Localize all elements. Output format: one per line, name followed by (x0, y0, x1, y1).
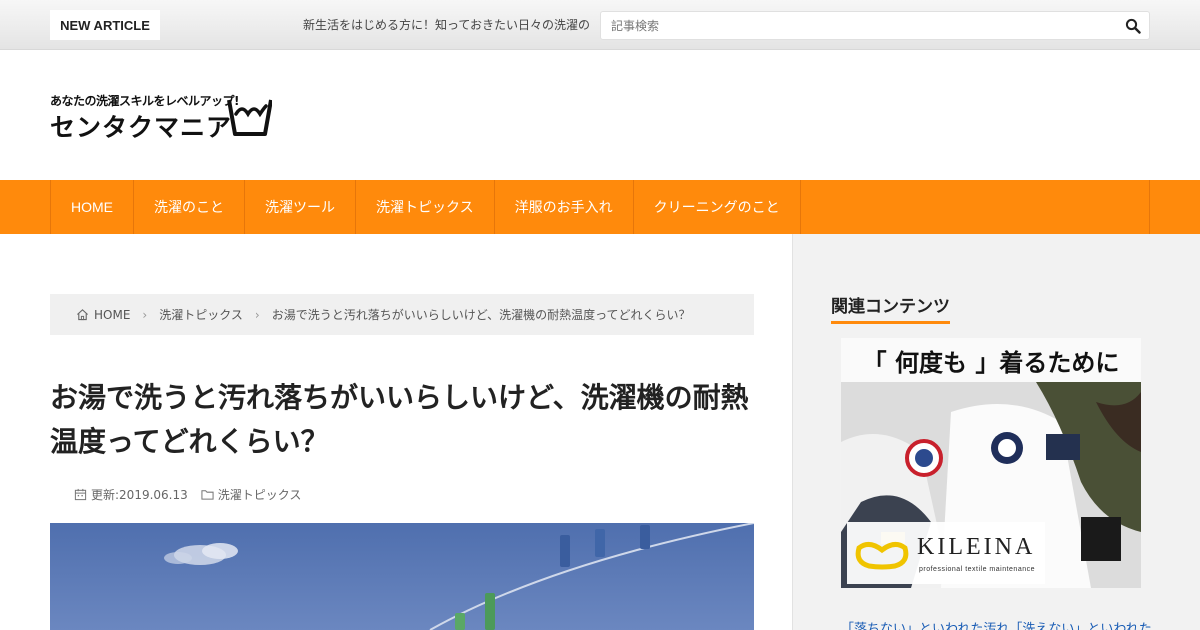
main-nav: HOME 洗濯のこと 洗濯ツール 洗濯トピックス 洋服のお手入れ クリーニングの… (0, 180, 1200, 234)
updated-date: 更新:2019.06.13 (91, 488, 188, 502)
calendar-icon (74, 488, 87, 501)
new-article-badge[interactable]: NEW ARTICLE (50, 10, 160, 40)
nav-items: HOME 洗濯のこと 洗濯ツール 洗濯トピックス 洋服のお手入れ クリーニングの… (50, 180, 801, 234)
ad-brand-name: KILEINA (917, 534, 1036, 560)
ad-brand-block: KILEINA professional textile maintenance (847, 522, 1045, 584)
nav-item-tools[interactable]: 洗濯ツール (245, 180, 356, 234)
news-ticker[interactable]: 新生活をはじめる方に！知っておきたい日々の洗濯の (303, 16, 590, 34)
breadcrumb-category[interactable]: 洗濯トピックス (159, 306, 243, 323)
nav-item-clothes-care[interactable]: 洋服のお手入れ (495, 180, 634, 234)
chevron-right-icon: › (254, 307, 260, 322)
article-category: 洗濯トピックス (217, 488, 302, 502)
breadcrumb-home[interactable]: HOME (94, 308, 130, 322)
article-title: お湯で洗うと汚れ落ちがいいらしいけど、洗濯機の耐熱温度ってどれくらい？ (50, 381, 749, 458)
sidebar-article-link[interactable]: 「落ちない」といわれた汚れ「洗えない」といわれた (841, 618, 1161, 630)
sidebar-title: 関連コンテンツ (831, 292, 950, 324)
folder-icon (201, 490, 214, 500)
brand-mark-icon (855, 542, 909, 570)
article-category-link[interactable]: 洗濯トピックス (201, 486, 302, 503)
search-icon[interactable] (1125, 18, 1141, 34)
ad-headline: 「 何度も 」着るために (841, 338, 1141, 382)
top-bar: NEW ARTICLE 新生活をはじめる方に！知っておきたい日々の洗濯の (0, 0, 1200, 50)
breadcrumb: HOME › 洗濯トピックス › お湯で洗うと汚れ落ちがいいらしいけど、洗濯機の… (50, 294, 754, 335)
nav-spacer (806, 180, 1150, 234)
logo-name: センタクマニア (50, 113, 233, 142)
sidebar-ad-banner[interactable]: 「 何度も 」着るために KILEINA professional textil… (841, 338, 1141, 588)
wash-tub-icon (227, 99, 272, 136)
home-icon (77, 309, 88, 321)
logo-tagline: あなたの洗濯スキルをレベルアップ! (50, 94, 239, 108)
chevron-right-icon: › (142, 307, 148, 322)
nav-item-home[interactable]: HOME (51, 180, 134, 234)
search-box (600, 11, 1150, 40)
hero-image (50, 523, 754, 630)
nav-item-laundry[interactable]: 洗濯のこと (134, 180, 245, 234)
search-input[interactable] (601, 12, 1111, 39)
nav-item-topics[interactable]: 洗濯トピックス (356, 180, 495, 234)
nav-item-cleaning[interactable]: クリーニングのこと (634, 180, 801, 234)
site-logo[interactable]: あなたの洗濯スキルをレベルアップ! センタクマニア (50, 90, 275, 142)
sidebar: 関連コンテンツ 「 何度も 」着るために KILEINA professiona… (792, 234, 1200, 630)
ad-brand-subtitle: professional textile maintenance (919, 566, 1036, 573)
article-meta: 更新:2019.06.13 洗濯トピックス (74, 486, 301, 503)
breadcrumb-current: お湯で洗うと汚れ落ちがいいらしいけど、洗濯機の耐熱温度ってどれくらい？ (271, 308, 691, 322)
